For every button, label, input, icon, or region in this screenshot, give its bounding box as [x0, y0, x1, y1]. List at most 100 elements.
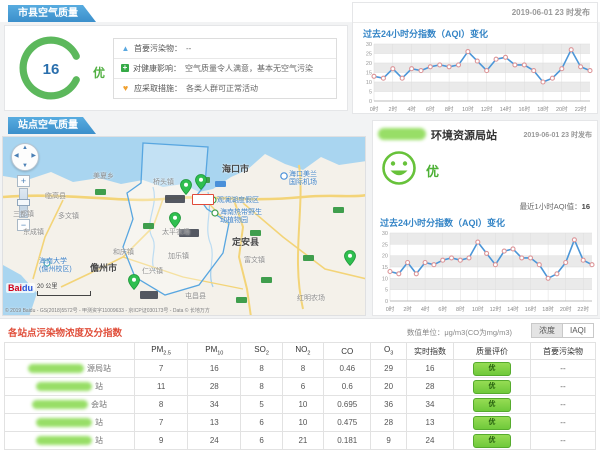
value-cell: 29 — [371, 360, 406, 378]
svg-text:20时: 20时 — [560, 305, 572, 313]
svg-text:20时: 20时 — [556, 105, 568, 113]
value-cell: 9 — [135, 432, 188, 450]
info-label: 首要污染物： — [134, 43, 182, 54]
column-header: PM2.5 — [135, 343, 188, 360]
column-header: O3 — [371, 343, 406, 360]
svg-text:2时: 2时 — [389, 105, 398, 113]
redacted-station-name — [36, 436, 92, 445]
station-name-cell: 会站 — [5, 396, 135, 414]
value-cell: 5 — [241, 396, 282, 414]
divider — [353, 22, 597, 23]
map-pan-control[interactable]: ▲▼ ◀▶ — [11, 143, 39, 171]
primary-pollutant-cell: -- — [530, 396, 595, 414]
svg-text:0时: 0时 — [370, 105, 379, 113]
heart-icon: ♥ — [121, 83, 130, 93]
city-aqi-card: 16 优 ▲ 首要污染物： -- + 对健康影响： 空气质量令人满意，基本无空气… — [4, 25, 348, 111]
city-chart-card: 2019-06-01 23 时发布 过去24小时分指数（AQI）变化 05101… — [352, 2, 598, 114]
primary-pollutant-cell: -- — [530, 414, 595, 432]
column-header: 首要污染物 — [530, 343, 595, 360]
svg-text:10时: 10时 — [472, 305, 484, 313]
value-cell: 34 — [406, 396, 453, 414]
svg-text:6时: 6时 — [426, 105, 435, 113]
value-cell: 28 — [371, 414, 406, 432]
value-cell: 13 — [406, 414, 453, 432]
svg-text:30: 30 — [366, 42, 372, 48]
station-label-box — [165, 195, 185, 203]
value-cell: 0.475 — [324, 414, 371, 432]
station-name: 环境资源局站 — [431, 127, 497, 143]
station-pin-icon[interactable] — [195, 174, 207, 190]
zoom-in-button[interactable]: + — [17, 175, 30, 187]
svg-text:2时: 2时 — [403, 305, 412, 313]
value-cell: 24 — [188, 432, 241, 450]
station-map[interactable]: ▲▼ ◀▶ + − 20 公里 BaiBaidudu © 2019 Baidu … — [2, 136, 366, 316]
svg-text:25: 25 — [366, 52, 372, 58]
value-cell: 8 — [241, 378, 282, 396]
station-label-box — [179, 229, 199, 237]
primary-pollutant-cell: -- — [530, 360, 595, 378]
quality-grade-badge: 优 — [473, 416, 511, 430]
svg-text:12时: 12时 — [490, 305, 502, 313]
value-cell: 0.6 — [324, 378, 371, 396]
city-aqi-level: 优 — [93, 64, 105, 81]
value-cell: 9 — [371, 432, 406, 450]
city-aqi-chart: 0510152025300时2时4时6时8时10时12时14时16时18时20时… — [358, 40, 596, 113]
value-cell: 20 — [371, 378, 406, 396]
column-header: 质量评价 — [454, 343, 531, 360]
value-cell: 6 — [241, 414, 282, 432]
value-cell: 21 — [282, 432, 323, 450]
value-cell: 36 — [371, 396, 406, 414]
zoom-slider-handle[interactable] — [17, 199, 30, 206]
table-row: 站7136100.4752813优-- — [5, 414, 596, 432]
grade-cell: 优 — [454, 432, 531, 450]
station-pin-icon[interactable] — [169, 212, 181, 228]
pollutant-icon: ▲ — [121, 44, 130, 53]
value-cell: 6 — [241, 432, 282, 450]
station-name-cell: 站 — [5, 432, 135, 450]
value-cell: 10 — [282, 414, 323, 432]
tab-station-air-quality: 站点空气质量 — [8, 117, 96, 134]
svg-text:14时: 14时 — [500, 105, 512, 113]
svg-text:5: 5 — [369, 90, 372, 96]
station-pin-icon[interactable] — [180, 179, 192, 195]
station-aqi-level: 优 — [426, 161, 439, 180]
city-publish-time: 2019-06-01 23 时发布 — [512, 7, 590, 18]
zoom-slider[interactable] — [19, 188, 28, 218]
table-title: 各站点污染物浓度及分指数 — [8, 325, 122, 339]
zoom-out-button[interactable]: − — [17, 219, 30, 231]
svg-text:15: 15 — [382, 265, 388, 271]
info-value: 空气质量令人满意，基本无空气污染 — [185, 63, 313, 74]
primary-pollutant-cell: -- — [530, 432, 595, 450]
station-pin-icon[interactable] — [128, 274, 140, 290]
svg-text:15: 15 — [366, 71, 372, 77]
toggle-iaqi[interactable]: IAQI — [562, 323, 594, 338]
info-label: 应采取措施： — [134, 83, 182, 94]
smiley-face-icon — [380, 149, 418, 187]
table-body: 源局站716880.462916优--站1128860.62028优--会站83… — [5, 360, 596, 450]
redacted-station-name — [32, 400, 88, 409]
redacted-station-name — [36, 382, 92, 391]
value-cell: 24 — [406, 432, 453, 450]
column-header: NO2 — [282, 343, 323, 360]
map-zoom-control: + − — [16, 175, 31, 231]
svg-text:10: 10 — [382, 276, 388, 282]
pollutant-table: PM2.5PM10SO2NO2COO3实时指数质量评价首要污染物 源局站7168… — [4, 342, 596, 450]
svg-text:16时: 16时 — [525, 305, 537, 313]
pollutant-table-section: 各站点污染物浓度及分指数 数值单位：μg/m3(CO为mg/m3) 浓度 IAQ… — [0, 318, 600, 451]
column-header: PM10 — [188, 343, 241, 360]
value-cell: 16 — [406, 360, 453, 378]
info-value: -- — [186, 44, 191, 53]
toggle-concentration[interactable]: 浓度 — [531, 323, 562, 338]
quality-grade-badge: 优 — [473, 380, 511, 394]
station-pin-icon[interactable] — [344, 250, 356, 266]
map-scale: 20 公里 — [37, 281, 91, 296]
table-row: 站9246210.181924优-- — [5, 432, 596, 450]
info-row-health-effect: + 对健康影响： 空气质量令人满意，基本无空气污染 — [114, 59, 336, 79]
city-aqi-gauge: 16 优 — [5, 28, 105, 108]
value-cell: 7 — [135, 414, 188, 432]
svg-text:18时: 18时 — [542, 305, 554, 313]
svg-text:6时: 6时 — [438, 305, 447, 313]
svg-text:16时: 16时 — [518, 105, 530, 113]
svg-text:4时: 4时 — [421, 305, 430, 313]
svg-text:10: 10 — [366, 80, 372, 86]
